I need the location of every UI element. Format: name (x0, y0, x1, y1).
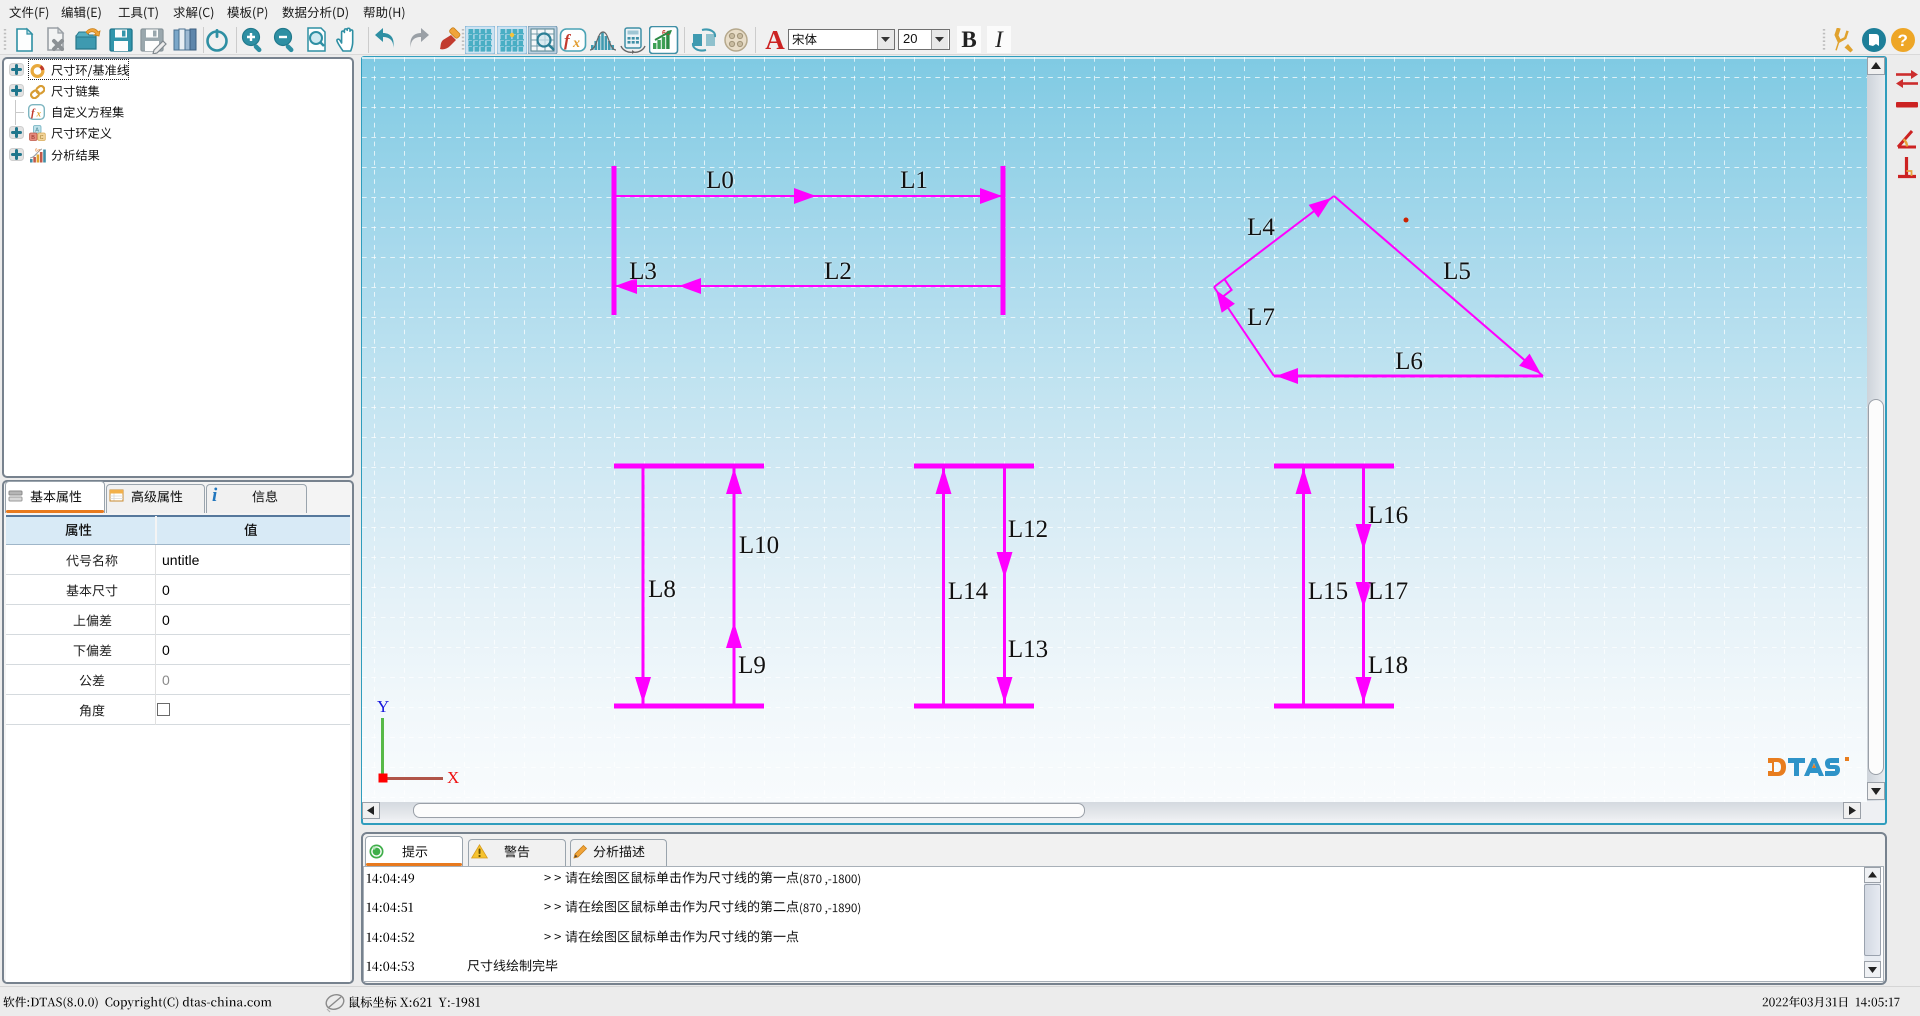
svg-text:x: x (36, 109, 42, 119)
svg-text:6σ: 6σ (35, 148, 41, 153)
svg-text:B: B (31, 135, 35, 141)
svg-text:C: C (40, 135, 44, 141)
svg-text:A: A (35, 128, 39, 134)
svg-text:x: x (572, 36, 580, 51)
svg-text:?: ? (1898, 31, 1908, 50)
